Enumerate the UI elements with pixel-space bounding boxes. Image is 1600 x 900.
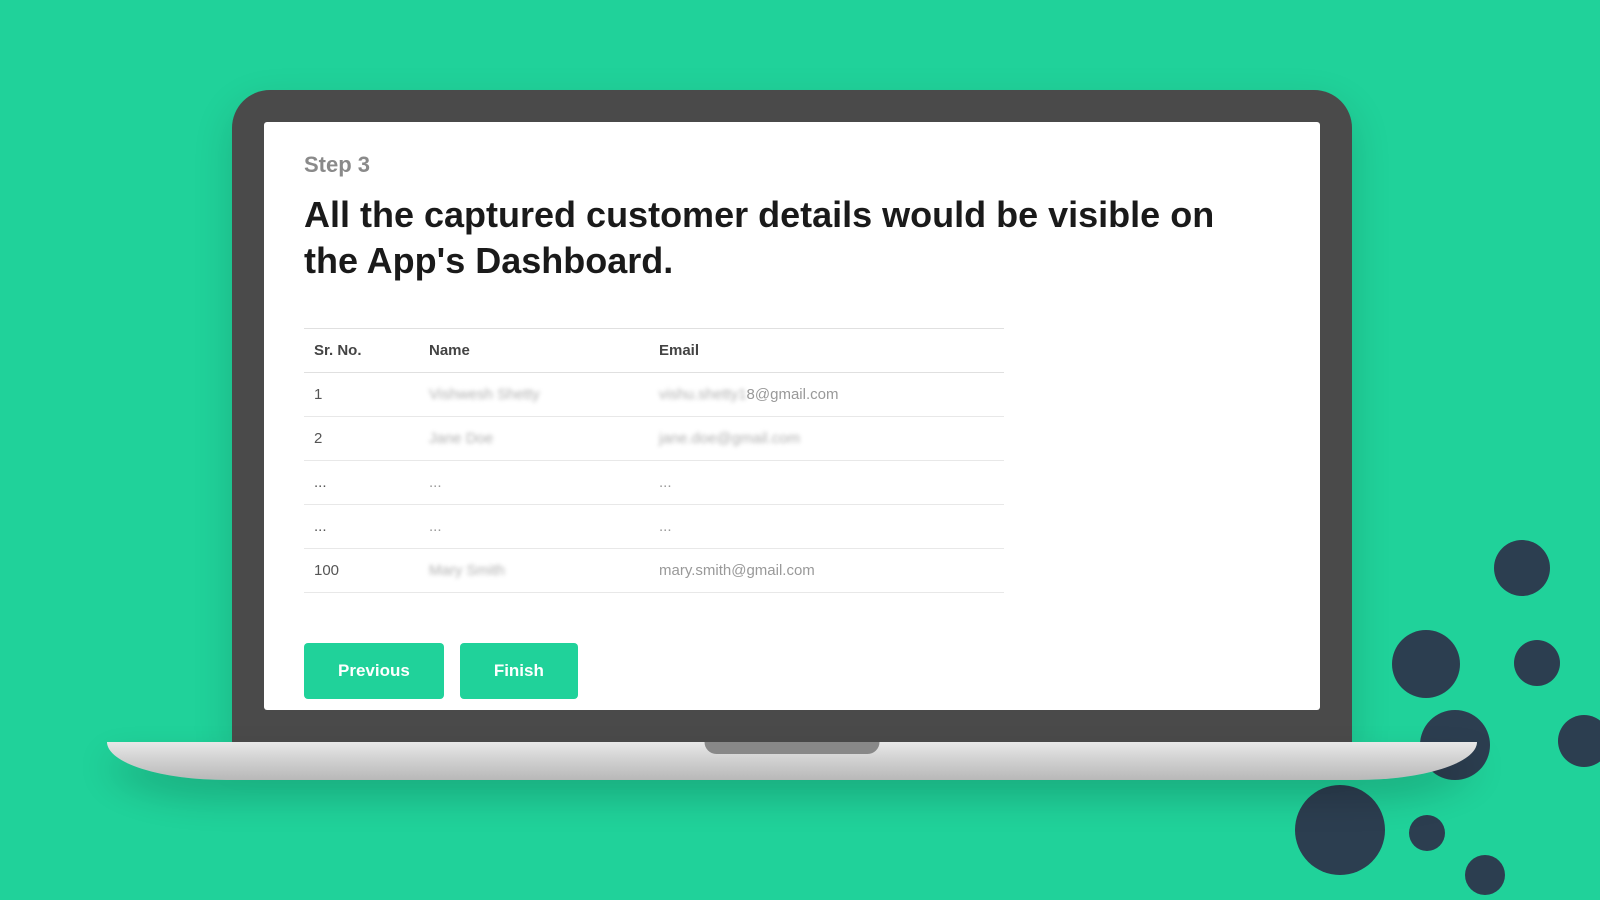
- cell-name: ...: [419, 461, 649, 505]
- step-label: Step 3: [304, 152, 1280, 178]
- table-row: 1 Vishwesh Shetty vishu.shetty18@gmail.c…: [304, 373, 1004, 417]
- cell-srno: 2: [304, 417, 419, 461]
- table-row: ... ... ...: [304, 505, 1004, 549]
- cell-email: mary.smith@gmail.com: [649, 549, 1004, 593]
- cell-name: Mary Smith: [419, 549, 649, 593]
- finish-button[interactable]: Finish: [460, 643, 578, 699]
- laptop-notch: [705, 742, 880, 754]
- button-row: Previous Finish: [304, 643, 1280, 699]
- customer-table: Sr. No. Name Email 1 Vishwesh Shetty vis…: [304, 328, 1004, 593]
- cell-srno: ...: [304, 505, 419, 549]
- table-row: ... ... ...: [304, 461, 1004, 505]
- cell-email: jane.doe@gmail.com: [649, 417, 1004, 461]
- table-header-row: Sr. No. Name Email: [304, 329, 1004, 373]
- col-header-srno: Sr. No.: [304, 329, 419, 373]
- col-header-email: Email: [649, 329, 1004, 373]
- laptop-base: [107, 742, 1477, 780]
- cell-name: Vishwesh Shetty: [419, 373, 649, 417]
- laptop-frame: Step 3 All the captured customer details…: [232, 90, 1352, 742]
- table-row: 100 Mary Smith mary.smith@gmail.com: [304, 549, 1004, 593]
- cell-name: Jane Doe: [419, 417, 649, 461]
- page-heading: All the captured customer details would …: [304, 192, 1224, 284]
- col-header-name: Name: [419, 329, 649, 373]
- cell-email: vishu.shetty18@gmail.com: [649, 373, 1004, 417]
- cell-name: ...: [419, 505, 649, 549]
- cell-srno: 100: [304, 549, 419, 593]
- table-row: 2 Jane Doe jane.doe@gmail.com: [304, 417, 1004, 461]
- cell-srno: ...: [304, 461, 419, 505]
- laptop-mockup: Step 3 All the captured customer details…: [232, 90, 1352, 780]
- cell-srno: 1: [304, 373, 419, 417]
- app-screen: Step 3 All the captured customer details…: [264, 122, 1320, 710]
- cell-email: ...: [649, 461, 1004, 505]
- previous-button[interactable]: Previous: [304, 643, 444, 699]
- cell-email: ...: [649, 505, 1004, 549]
